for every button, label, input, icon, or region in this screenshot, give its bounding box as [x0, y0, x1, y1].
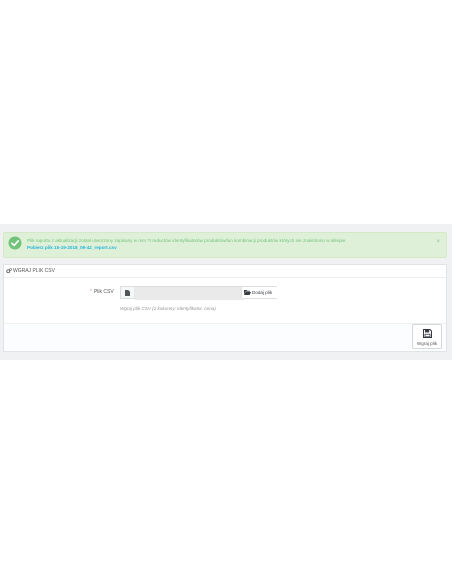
alert-message: Plik raportu z aktualizacji został utwor…: [27, 238, 347, 243]
upload-panel: WGRAJ PLIK CSV * Plik CSV Dodaj plik Wgra…: [3, 264, 447, 352]
required-mark: *: [90, 289, 92, 295]
choose-file-button[interactable]: Dodaj plik: [241, 287, 278, 298]
panel-title: WGRAJ PLIK CSV: [13, 268, 55, 274]
cogs-icon: [6, 268, 12, 274]
close-icon[interactable]: ×: [436, 239, 440, 245]
check-circle-icon: [8, 236, 22, 250]
file-icon: [125, 290, 130, 296]
csv-file-label: * Plik CSV: [90, 289, 114, 296]
csv-file-field[interactable]: [135, 287, 244, 300]
upload-file-button[interactable]: Wgraj plik: [412, 324, 442, 349]
folder-open-icon: [244, 290, 251, 295]
upload-file-label: Wgraj plik: [416, 341, 438, 346]
file-addon: [121, 287, 135, 298]
panel-footer: Wgraj plik: [4, 323, 446, 351]
csv-file-label-text: Plik CSV: [93, 289, 114, 295]
choose-file-label: Dodaj plik: [252, 290, 273, 295]
save-icon: [423, 329, 432, 338]
help-text: Wgraj plik CSV (2 kolumny: identyfikator…: [120, 306, 216, 311]
file-input-group: Dodaj plik: [120, 286, 278, 300]
download-report-link[interactable]: Pobierz plik 15-19-2018_09-42_report.csv: [27, 245, 117, 251]
success-alert: Plik raportu z aktualizacji został utwor…: [3, 232, 447, 258]
panel-heading: WGRAJ PLIK CSV: [4, 265, 446, 278]
